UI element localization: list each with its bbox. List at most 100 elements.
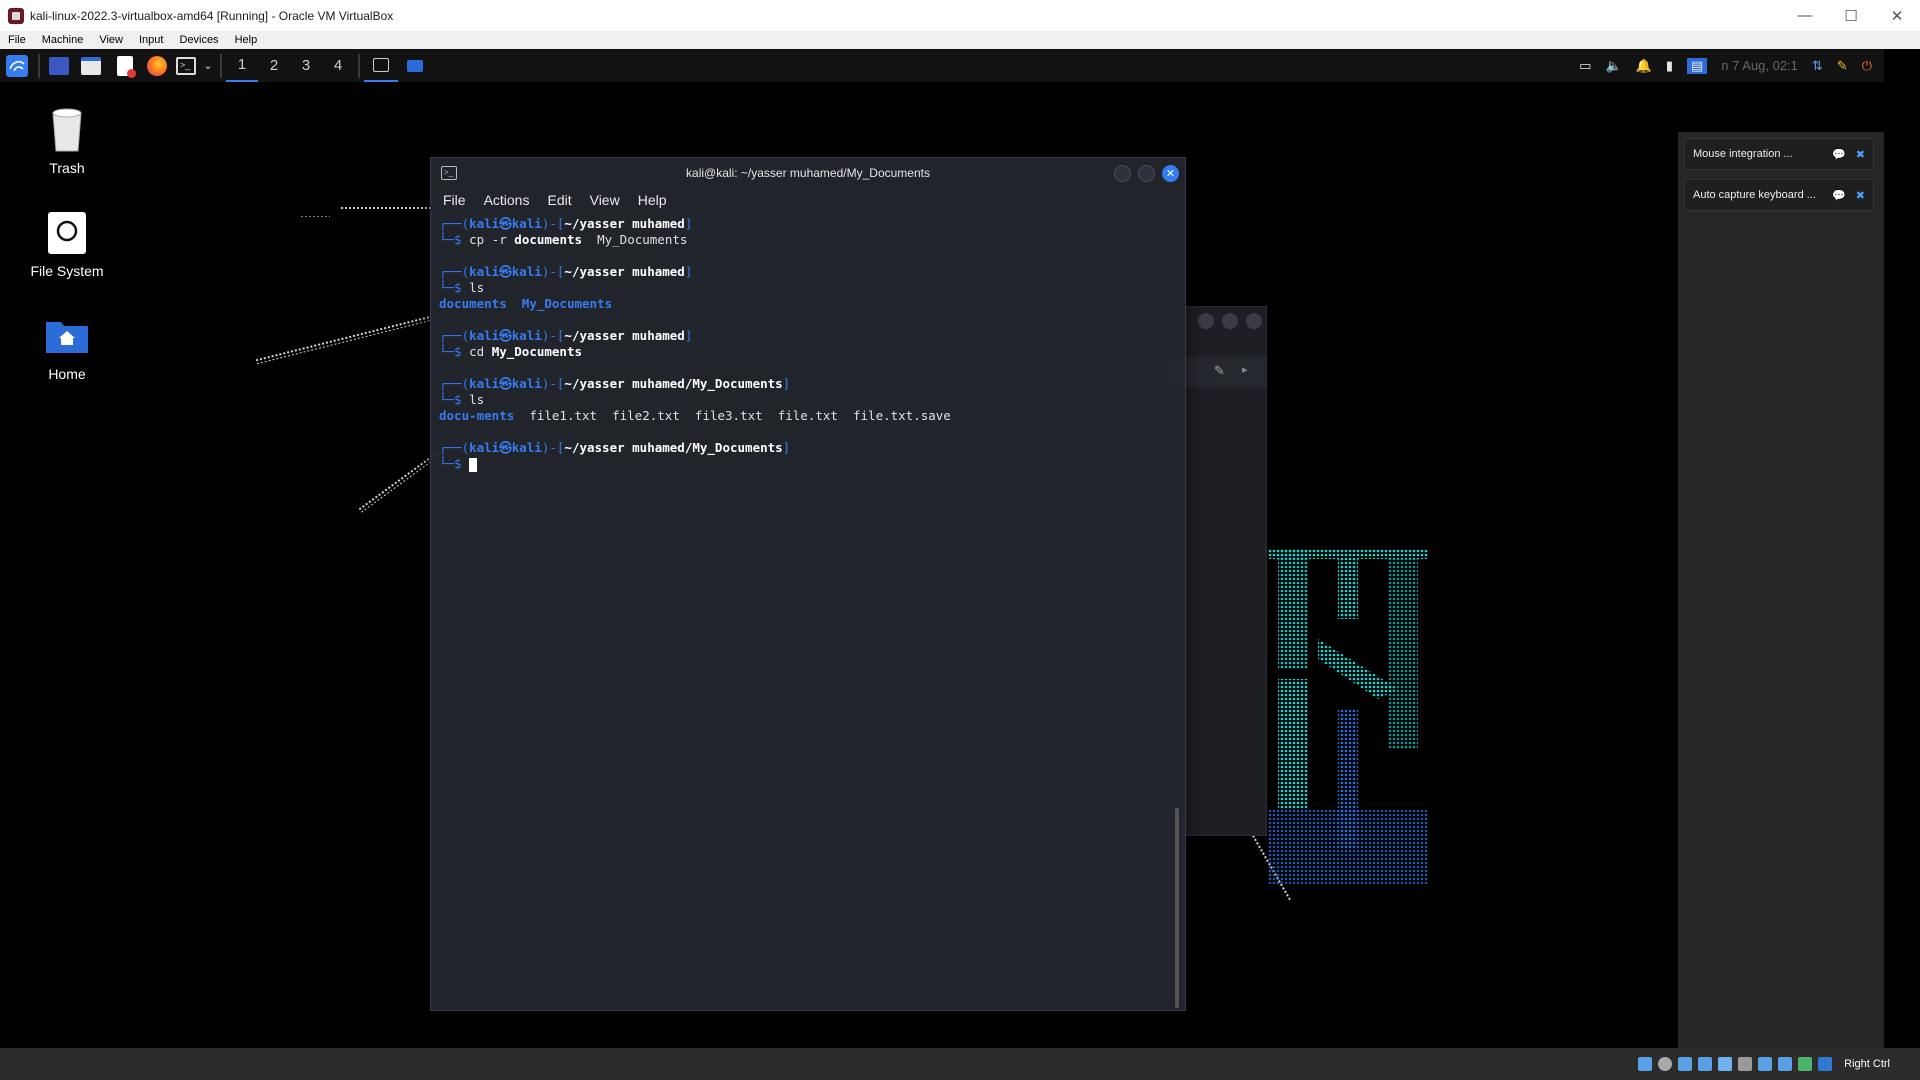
virtualbox-icon: [8, 7, 24, 24]
host-menu-file[interactable]: File: [0, 34, 34, 46]
notification-mouse-integration[interactable]: Mouse integration ... 💬 ✖: [1684, 138, 1874, 170]
terminal-menu-actions[interactable]: Actions: [484, 192, 530, 208]
minimize-button[interactable]: [1114, 165, 1131, 182]
workspace-3[interactable]: 3: [290, 49, 322, 82]
host-menu-devices[interactable]: Devices: [171, 34, 226, 46]
terminal-launcher[interactable]: >_: [172, 49, 200, 82]
mouse-integration-icon[interactable]: [1818, 1057, 1833, 1071]
firefox-launcher[interactable]: [142, 49, 172, 82]
host-menu-view[interactable]: View: [91, 34, 131, 46]
desktop-icon-home[interactable]: Home: [17, 312, 117, 382]
terminal-menu-file[interactable]: File: [443, 192, 466, 208]
notification-info-icon[interactable]: 💬: [1832, 148, 1846, 161]
minimize-icon[interactable]: —: [1782, 0, 1828, 31]
cpu-icon[interactable]: [1798, 1057, 1813, 1071]
chevron-down-icon[interactable]: ⌄: [200, 49, 216, 82]
network-adapter-icon[interactable]: [1698, 1057, 1713, 1071]
workspace-1[interactable]: 1: [226, 49, 258, 82]
shared-folder-icon[interactable]: [1738, 1057, 1753, 1071]
terminal-icon: >_: [176, 56, 196, 75]
folder-icon: [81, 56, 101, 75]
power-icon[interactable]: ⏻: [1862, 58, 1872, 74]
prompt-line: ┌──(kali㉿kali)-[~/yasser muhamed]: [439, 216, 693, 231]
network-icon[interactable]: ▤: [1686, 57, 1708, 74]
desktop-icon-label: Trash: [49, 160, 85, 176]
workspace-4[interactable]: 4: [322, 49, 354, 82]
text-cursor: [469, 457, 478, 472]
terminal-menu-view[interactable]: View: [590, 192, 620, 208]
optical-drive-icon[interactable]: [1658, 1057, 1673, 1071]
terminal-icon: >_: [441, 166, 457, 180]
kali-panel: >_ ⌄ 1 2 3 4 ▭ 🔈 🔔 ▮ ▤ n 7 Aug, 02:1 ⇅ ✎…: [0, 49, 1884, 82]
tool-icon[interactable]: ✎: [1837, 58, 1848, 74]
recording-icon[interactable]: [1778, 1057, 1793, 1071]
maximize-icon[interactable]: ☐: [1828, 0, 1874, 31]
wallpaper-art: [340, 206, 430, 210]
ls-output: documents My_Documents: [439, 296, 613, 311]
update-icon[interactable]: ⇅: [1812, 58, 1823, 74]
file-manager-launcher[interactable]: [74, 49, 108, 82]
host-titlebar: kali-linux-2022.3-virtualbox-amd64 [Runn…: [0, 0, 1920, 31]
fm-window-button[interactable]: [1246, 313, 1262, 329]
display-settings-icon[interactable]: [1758, 1057, 1773, 1071]
notification-bell-icon[interactable]: 🔔: [1636, 58, 1652, 74]
fm-window-button[interactable]: [1222, 313, 1238, 329]
terminal-output[interactable]: ┌──(kali㉿kali)-[~/yasser muhamed] └─$ cp…: [439, 216, 1165, 1000]
close-button[interactable]: ✕: [1162, 165, 1179, 182]
show-desktop-button[interactable]: [44, 49, 74, 82]
audio-icon[interactable]: [1678, 1057, 1693, 1071]
notification-auto-capture[interactable]: Auto capture keyboard ... 💬 ✖: [1684, 179, 1874, 211]
command-line: └─$ ls: [439, 280, 485, 295]
notification-close-icon[interactable]: ✖: [1856, 189, 1865, 202]
terminal-menu-edit[interactable]: Edit: [547, 192, 571, 208]
wallpaper-art: [300, 215, 330, 217]
maximize-button[interactable]: [1138, 165, 1155, 182]
command-line: └─$ cd My_Documents: [439, 344, 583, 359]
terminal-menu-help[interactable]: Help: [638, 192, 667, 208]
virtualbox-window: kali-linux-2022.3-virtualbox-amd64 [Runn…: [0, 0, 1920, 1080]
host-window-title: kali-linux-2022.3-virtualbox-amd64 [Runn…: [30, 8, 394, 23]
desktop-icon-trash[interactable]: Trash: [17, 106, 117, 176]
folder-window-icon: [407, 59, 423, 72]
volume-icon[interactable]: 🔈: [1605, 58, 1621, 74]
hard-disk-icon[interactable]: [1638, 1057, 1653, 1071]
trash-icon: [45, 106, 89, 154]
prompt-line: ┌──(kali㉿kali)-[~/yasser muhamed]: [439, 264, 693, 279]
terminal-scrollbar[interactable]: [1175, 808, 1179, 1008]
host-menu-help[interactable]: Help: [227, 34, 266, 46]
terminal-title: kali@kali: ~/yasser muhamed/My_Documents: [686, 166, 930, 180]
chevron-right-icon[interactable]: ▸: [1242, 363, 1248, 376]
panel-separator: [38, 53, 40, 78]
desktop-icon-file-system[interactable]: File System: [17, 209, 117, 279]
command-line[interactable]: └─$: [439, 456, 1165, 472]
notification-info-icon[interactable]: 💬: [1832, 189, 1846, 202]
workspace-2[interactable]: 2: [258, 49, 290, 82]
prompt-line: ┌──(kali㉿kali)-[~/yasser muhamed]: [439, 328, 693, 343]
host-key-label: Right Ctrl: [1844, 1058, 1890, 1070]
battery-icon[interactable]: ▮: [1666, 58, 1673, 74]
taskbar-file-manager[interactable]: [398, 49, 432, 82]
system-tray: ▭ 🔈 🔔 ▮ ▤ n 7 Aug, 02:1 ⇅ ✎ ⏻: [1579, 49, 1884, 82]
notification-text: Auto capture keyboard ...: [1693, 189, 1816, 201]
drive-icon: [45, 209, 89, 257]
desktop-icon-label: File System: [30, 263, 104, 279]
kali-menu-button[interactable]: [0, 49, 34, 82]
edit-path-icon[interactable]: ✎: [1214, 363, 1225, 379]
terminal-window[interactable]: >_ kali@kali: ~/yasser muhamed/My_Docume…: [430, 157, 1186, 1011]
host-menu-input[interactable]: Input: [131, 34, 171, 46]
usb-icon[interactable]: [1718, 1057, 1733, 1071]
panel-clock[interactable]: n 7 Aug, 02:1: [1721, 58, 1798, 73]
close-icon[interactable]: ✕: [1874, 0, 1920, 31]
host-menu-machine[interactable]: Machine: [34, 34, 92, 46]
terminal-menubar: File Actions Edit View Help: [431, 188, 1185, 212]
command-line: └─$ ls: [439, 392, 485, 407]
text-editor-launcher[interactable]: [108, 49, 142, 82]
terminal-titlebar[interactable]: >_ kali@kali: ~/yasser muhamed/My_Docume…: [431, 158, 1185, 188]
desktop-icon-label: Home: [48, 366, 86, 382]
display-icon[interactable]: ▭: [1579, 58, 1591, 74]
notification-close-icon[interactable]: ✖: [1856, 148, 1865, 161]
notification-area: Mouse integration ... 💬 ✖ Auto capture ke…: [1678, 132, 1884, 1048]
taskbar-terminal[interactable]: [364, 49, 398, 82]
kali-logo-art: [1268, 549, 1428, 884]
fm-window-button[interactable]: [1198, 313, 1214, 329]
